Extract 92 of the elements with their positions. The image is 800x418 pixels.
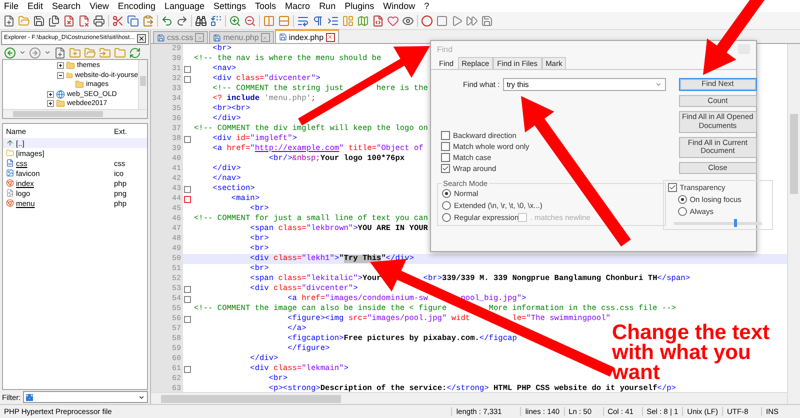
new-file-icon[interactable] [3,14,15,26]
clipboard-icon[interactable] [142,14,154,26]
radio-button[interactable] [442,213,451,222]
redo-icon[interactable] [176,14,188,26]
folder-icon [6,149,14,157]
record-icon[interactable] [421,14,433,26]
fold-icon[interactable] [184,286,191,292]
slider-thumb[interactable] [734,219,738,228]
refresh-icon[interactable] [129,46,141,58]
expand-icon[interactable] [57,62,64,70]
stop-icon[interactable] [436,14,448,26]
expand-icon[interactable] [47,90,54,98]
close-files-icon[interactable] [78,14,90,26]
save-icon [213,34,222,42]
fold-icon[interactable] [184,136,191,142]
browser-icon [6,199,14,207]
menubar-entry[interactable]: File [4,1,19,11]
save-icon[interactable] [33,14,45,26]
checkbox[interactable] [668,183,677,192]
menubar-entry[interactable]: ? [424,1,430,11]
expand-icon[interactable] [47,100,54,108]
columns-icon[interactable] [263,14,275,26]
indent-icon[interactable] [327,14,339,26]
eye-icon[interactable] [402,14,414,26]
zoom-in-icon[interactable] [229,14,241,26]
caret-icon[interactable] [138,394,145,400]
save-icon [157,34,165,42]
menubar-entry[interactable]: Plugins [344,1,374,11]
scissors-icon[interactable] [112,14,124,26]
folder-icon [66,61,75,70]
up-arrow-icon [6,139,14,147]
fold-icon[interactable] [184,186,191,192]
image-file-icon [6,189,14,197]
back-icon[interactable] [4,46,16,58]
scrollbar[interactable] [151,392,787,404]
image-icon [6,169,14,177]
fast-forward-icon[interactable] [466,14,478,26]
search-icon[interactable] [195,14,207,26]
menubar-entry[interactable]: Settings [214,1,246,11]
folder-icon [75,80,84,90]
rows-icon[interactable] [278,14,290,26]
menubar-entry[interactable]: Encoding [118,1,156,11]
scrollbar[interactable] [787,44,800,404]
radio-button[interactable] [442,189,451,198]
files-icon[interactable] [48,14,60,26]
pilcrow-icon[interactable] [312,14,324,26]
collapse-icon[interactable] [57,72,64,79]
dialog-title: Find [437,44,453,54]
menubar-entry[interactable]: Macro [285,1,310,11]
fold-icon[interactable] [184,66,191,72]
menubar-entry[interactable]: View [90,1,109,11]
map-icon[interactable] [357,14,369,26]
radio-button[interactable] [678,195,687,204]
new-file-icon[interactable] [54,46,66,58]
menubar-entry[interactable]: Edit [28,1,44,11]
checkbox[interactable] [441,153,450,162]
copy-icon[interactable] [127,14,139,26]
close-file-icon[interactable] [63,14,75,26]
fold-icon[interactable] [184,76,191,82]
checkbox[interactable] [441,142,450,151]
menubar-entry[interactable]: Window [383,1,416,11]
scrollbar[interactable] [3,109,147,118]
zoom-out-icon[interactable] [244,14,256,26]
file-tab[interactable]: index.php [274,29,339,43]
globe-icon [56,90,65,99]
fold-icon[interactable] [184,196,191,202]
fold-icon[interactable] [184,366,191,372]
checkbox[interactable] [441,164,450,173]
browser-icon [6,179,14,187]
annotation-text: Change the text with what you want [612,323,771,383]
menubar-entry[interactable]: Run [319,1,336,11]
file-code-icon [6,159,14,167]
wrap-icon[interactable] [297,14,309,26]
radio-button[interactable] [678,207,687,216]
save-macro-icon[interactable] [481,14,493,26]
radio-button[interactable] [442,201,451,210]
menubar-entry[interactable]: Tools [255,1,276,11]
file-code-icon[interactable] [372,14,384,26]
heart-icon[interactable] [387,14,399,26]
menubar-entry[interactable]: Search [52,1,81,11]
folder-icon [56,99,65,108]
fold-icon[interactable] [184,316,191,322]
scrollbar[interactable] [138,60,147,109]
replace-icon[interactable] [210,14,222,26]
fold-icon[interactable] [184,296,191,302]
play-icon[interactable] [451,14,463,26]
undo-icon[interactable] [161,14,173,26]
save-icon [278,33,287,41]
menubar-entry[interactable]: Language [164,1,204,11]
printer-icon[interactable] [93,14,105,26]
checkbox[interactable] [441,131,450,140]
forward-icon[interactable] [29,46,41,58]
